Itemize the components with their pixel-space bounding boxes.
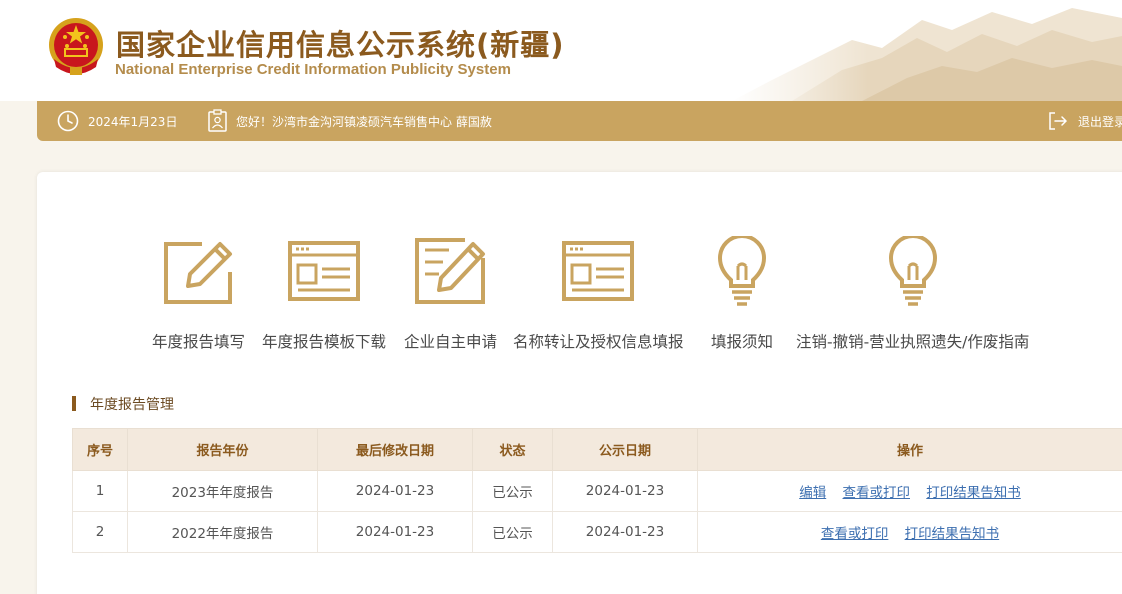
quick-action-label[interactable]: 年度报告填写	[152, 330, 245, 352]
row-number: 2	[72, 511, 128, 553]
quick-action-label[interactable]: 填报须知	[711, 330, 773, 352]
user-card-icon	[208, 109, 227, 132]
quick-action-cancellation-guide[interactable]: 注销-撤销-营业执照遗失/作废指南	[796, 234, 1029, 352]
table-row: 2 2022年年度报告 2024-01-23 已公示 2024-01-23 查看…	[72, 511, 1122, 553]
site-title: 国家企业信用信息公示系统(新疆)	[116, 28, 565, 62]
user-greeting: 您好！沙湾市金沟河镇凌硕汽车销售中心 薛国赦	[207, 101, 492, 141]
template-icon	[288, 241, 360, 301]
quick-action-filing-notice[interactable]: 填报须知	[711, 234, 773, 352]
published-date: 2024-01-23	[552, 470, 698, 512]
national-emblem-icon	[49, 18, 103, 75]
lightbulb-icon	[717, 236, 767, 306]
section-title: 年度报告管理	[72, 395, 174, 413]
info-bar: 2024年1月23日 您好！沙湾市金沟河镇凌硕汽车销售中心 薛国赦 退出登录	[37, 101, 1122, 141]
column-header: 状态	[472, 428, 553, 471]
quick-action-label[interactable]: 企业自主申请	[404, 330, 497, 352]
quick-action-annual-report-fill[interactable]: 年度报告填写	[152, 234, 245, 352]
mountain-decoration	[732, 0, 1122, 101]
view-print-link[interactable]: 查看或打印	[843, 485, 911, 501]
row-number: 1	[72, 470, 128, 512]
quick-action-self-apply[interactable]: 企业自主申请	[404, 234, 497, 352]
quick-action-label[interactable]: 注销-撤销-营业执照遗失/作废指南	[796, 330, 1029, 352]
form-icon	[562, 241, 635, 301]
quick-action-name-transfer[interactable]: 名称转让及授权信息填报	[513, 234, 684, 352]
site-header: 国家企业信用信息公示系统(新疆) National Enterprise Cre…	[0, 0, 1122, 101]
column-header: 公示日期	[552, 428, 698, 471]
column-header: 最后修改日期	[317, 428, 473, 471]
status: 已公示	[472, 511, 553, 553]
quick-action-label[interactable]: 名称转让及授权信息填报	[513, 330, 684, 352]
logout-icon	[1049, 112, 1068, 130]
edit-icon	[163, 242, 232, 304]
published-date: 2024-01-23	[552, 511, 698, 553]
lightbulb-icon	[888, 236, 937, 306]
view-print-link[interactable]: 查看或打印	[821, 526, 889, 542]
column-header: 操作	[697, 428, 1122, 471]
logout-label[interactable]: 退出登录	[1078, 113, 1122, 130]
actions-cell: 编辑 查看或打印 打印结果告知书	[697, 470, 1122, 512]
date-display: 2024年1月23日	[57, 101, 177, 141]
quick-action-template-download[interactable]: 年度报告模板下载	[262, 234, 386, 352]
column-header: 序号	[72, 428, 128, 471]
section-title-text: 年度报告管理	[90, 396, 174, 413]
section-marker	[72, 396, 76, 411]
report-year: 2022年年度报告	[127, 511, 318, 553]
modified-date: 2024-01-23	[317, 511, 473, 553]
annual-report-table: 序号 报告年份 最后修改日期 状态 公示日期 操作 1 2023年年度报告 20…	[72, 428, 1122, 553]
status: 已公示	[472, 470, 553, 512]
column-header: 报告年份	[127, 428, 318, 471]
print-notice-link[interactable]: 打印结果告知书	[905, 526, 1000, 542]
greeting-text: 您好！沙湾市金沟河镇凌硕汽车销售中心 薛国赦	[236, 114, 492, 129]
table-header-row: 序号 报告年份 最后修改日期 状态 公示日期 操作	[72, 428, 1122, 471]
quick-action-label[interactable]: 年度报告模板下载	[262, 330, 386, 352]
clock-icon	[57, 110, 79, 132]
print-notice-link[interactable]: 打印结果告知书	[926, 485, 1021, 501]
modified-date: 2024-01-23	[317, 470, 473, 512]
report-year: 2023年年度报告	[127, 470, 318, 512]
table-row: 1 2023年年度报告 2024-01-23 已公示 2024-01-23 编辑…	[72, 470, 1122, 512]
actions-cell: 查看或打印 打印结果告知书	[697, 511, 1122, 553]
site-subtitle: National Enterprise Credit Information P…	[115, 61, 511, 78]
edit-link[interactable]: 编辑	[799, 485, 826, 501]
date-text: 2024年1月23日	[88, 114, 178, 129]
logout-button[interactable]: 退出登录	[1047, 101, 1122, 141]
document-edit-icon	[414, 238, 485, 304]
